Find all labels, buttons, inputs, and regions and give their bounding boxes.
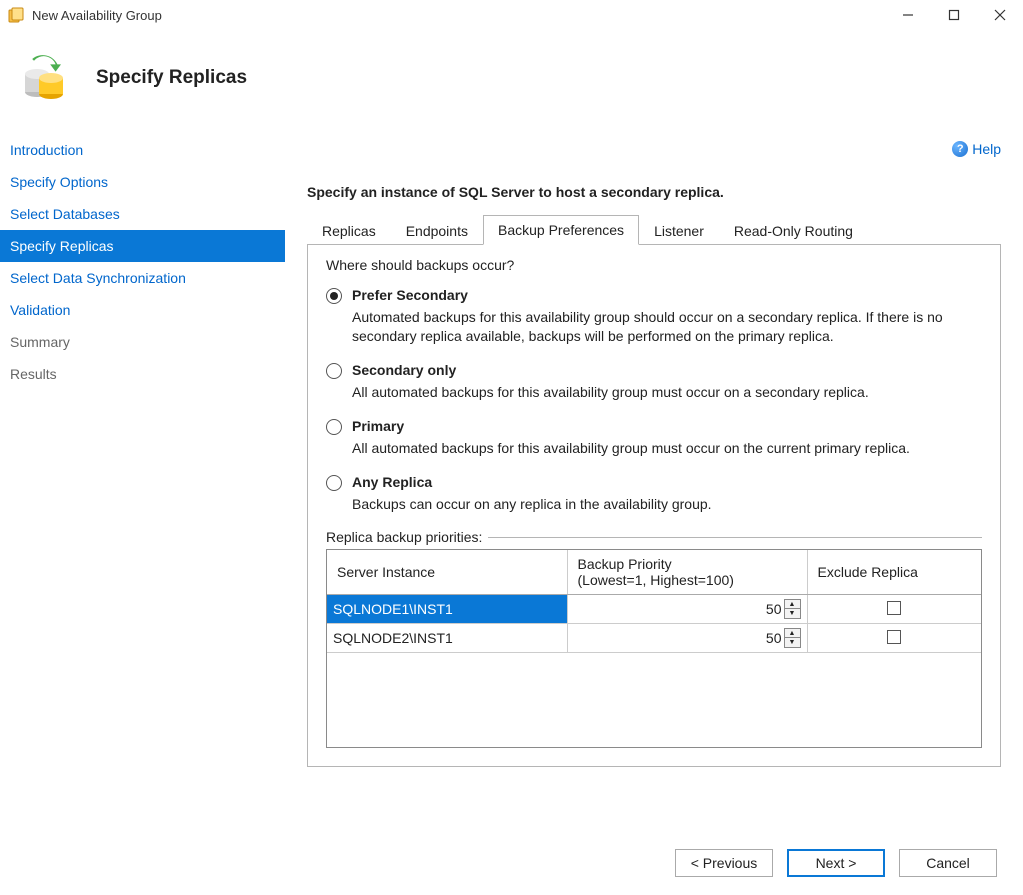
wizard-steps: Introduction Specify Options Select Data… [0, 126, 285, 831]
window-title: New Availability Group [32, 8, 885, 23]
sidebar-item-specify-replicas[interactable]: Specify Replicas [0, 230, 285, 262]
page-title: Specify Replicas [96, 67, 247, 89]
backup-question: Where should backups occur? [326, 257, 982, 273]
tab-listener[interactable]: Listener [639, 216, 719, 245]
exclude-checkbox[interactable] [887, 601, 901, 615]
radio-icon [326, 419, 342, 435]
radio-desc-primary: All automated backups for this availabil… [352, 439, 982, 458]
previous-button[interactable]: < Previous [675, 849, 773, 877]
tab-endpoints[interactable]: Endpoints [391, 216, 483, 245]
cell-server[interactable]: SQLNODE2\INST1 [327, 624, 567, 653]
radio-icon [326, 475, 342, 491]
cell-priority[interactable]: 50 ▲▼ [567, 595, 807, 624]
priority-spinner[interactable]: ▲▼ [784, 628, 801, 648]
wizard-icon [20, 54, 68, 102]
titlebar: New Availability Group [0, 0, 1023, 30]
cancel-button[interactable]: Cancel [899, 849, 997, 877]
radio-desc-prefer-secondary: Automated backups for this availability … [352, 308, 982, 346]
page-instruction: Specify an instance of SQL Server to hos… [307, 184, 1001, 200]
minimize-button[interactable] [885, 0, 931, 30]
sidebar-item-summary: Summary [0, 326, 285, 358]
radio-desc-secondary-only: All automated backups for this availabil… [352, 383, 982, 402]
wizard-footer: < Previous Next > Cancel [0, 831, 1023, 895]
radio-secondary-only[interactable]: Secondary only [326, 362, 982, 379]
help-link[interactable]: ? Help [952, 141, 1001, 157]
priorities-label: Replica backup priorities: [326, 529, 982, 545]
sidebar-item-select-databases[interactable]: Select Databases [0, 198, 285, 230]
tab-replicas[interactable]: Replicas [307, 216, 391, 245]
maximize-button[interactable] [931, 0, 977, 30]
sidebar-item-introduction[interactable]: Introduction [0, 134, 285, 166]
tabstrip: Replicas Endpoints Backup Preferences Li… [307, 214, 1001, 245]
page-header: Specify Replicas [0, 30, 1023, 126]
help-icon: ? [952, 141, 968, 157]
table-row[interactable]: SQLNODE2\INST1 50 ▲▼ [327, 624, 981, 653]
col-exclude-replica[interactable]: Exclude Replica [807, 550, 981, 595]
cell-exclude[interactable] [807, 624, 981, 653]
next-button[interactable]: Next > [787, 849, 885, 877]
cell-server[interactable]: SQLNODE1\INST1 [327, 595, 567, 624]
sidebar-item-validation[interactable]: Validation [0, 294, 285, 326]
app-icon [8, 7, 24, 23]
radio-prefer-secondary[interactable]: Prefer Secondary [326, 287, 982, 304]
col-server-instance[interactable]: Server Instance [327, 550, 567, 595]
close-button[interactable] [977, 0, 1023, 30]
radio-label: Primary [352, 418, 404, 434]
exclude-checkbox[interactable] [887, 630, 901, 644]
radio-any-replica[interactable]: Any Replica [326, 474, 982, 491]
cell-exclude[interactable] [807, 595, 981, 624]
sidebar-item-specify-options[interactable]: Specify Options [0, 166, 285, 198]
table-row[interactable]: SQLNODE1\INST1 50 ▲▼ [327, 595, 981, 624]
radio-icon [326, 288, 342, 304]
col-backup-priority[interactable]: Backup Priority (Lowest=1, Highest=100) [567, 550, 807, 595]
radio-label: Any Replica [352, 474, 432, 490]
tab-panel-backup-preferences: Where should backups occur? Prefer Secon… [307, 245, 1001, 767]
priority-spinner[interactable]: ▲▼ [784, 599, 801, 619]
sidebar-item-select-data-synchronization[interactable]: Select Data Synchronization [0, 262, 285, 294]
priorities-grid: Server Instance Backup Priority (Lowest=… [326, 549, 982, 748]
tab-backup-preferences[interactable]: Backup Preferences [483, 215, 639, 245]
help-label: Help [972, 141, 1001, 157]
radio-icon [326, 363, 342, 379]
radio-label: Prefer Secondary [352, 287, 468, 303]
content-area: ? Help Specify an instance of SQL Server… [285, 126, 1023, 831]
radio-desc-any-replica: Backups can occur on any replica in the … [352, 495, 982, 514]
radio-label: Secondary only [352, 362, 456, 378]
radio-primary[interactable]: Primary [326, 418, 982, 435]
cell-priority[interactable]: 50 ▲▼ [567, 624, 807, 653]
sidebar-item-results: Results [0, 358, 285, 390]
tab-read-only-routing[interactable]: Read-Only Routing [719, 216, 868, 245]
